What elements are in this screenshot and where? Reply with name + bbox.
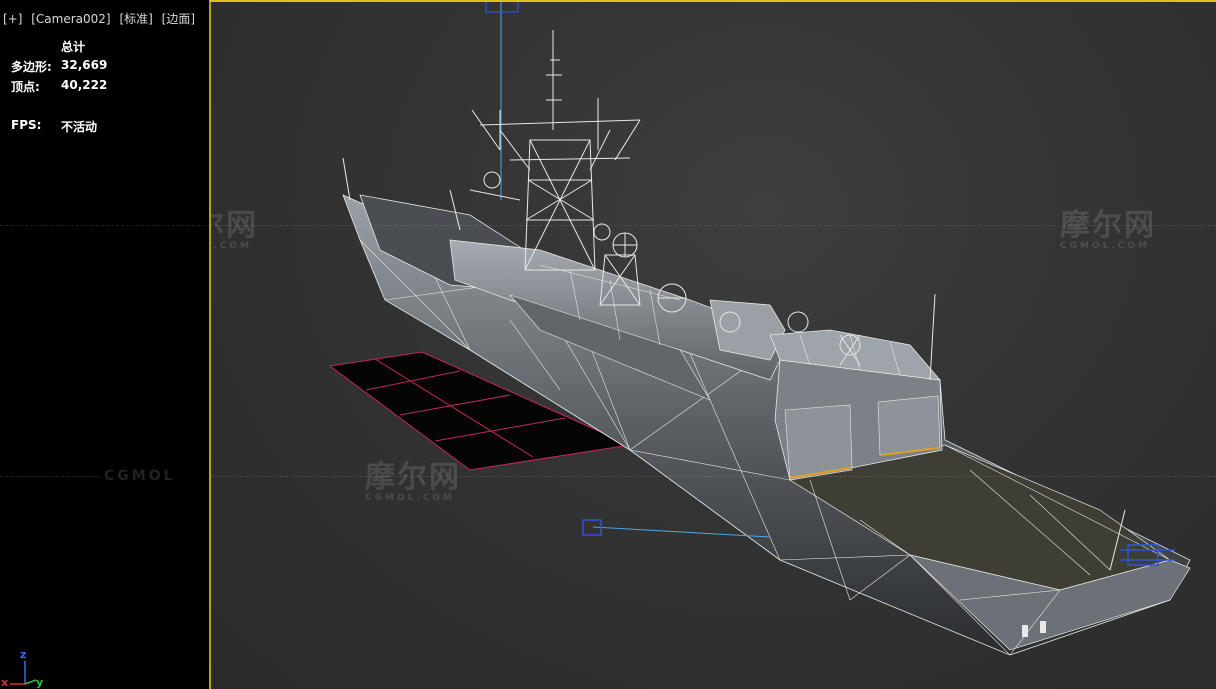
watermark-dash-left-2 [0,476,100,477]
viewport-shading-menu[interactable]: [标准] [119,12,152,26]
viewport-camera-menu[interactable]: [Camera002] [31,12,110,26]
watermark-right: 摩尔网 CGMOL.COM [1060,208,1156,251]
viewport-label-menu: [+] [Camera002] [标准] [边面] [3,10,200,27]
watermark-center: 摩尔网 CGMOL.COM [365,460,461,503]
watermark-left-text: CGMOL [104,468,176,484]
polygons-label: 多边形: [11,60,52,74]
statistics-panel: [+] [Camera002] [标准] [边面] 总计 多边形: 32,669… [0,0,210,689]
watermark-dash-bottom [210,476,1216,477]
3dsmax-window: [+] [Camera002] [标准] [边面] 总计 多边形: 32,669… [0,0,1216,689]
vertices-value: 40,222 [61,78,108,92]
vertices-label: 顶点: [11,80,40,94]
fps-label: FPS: [11,118,42,132]
stats-total-header: 总计 [61,40,86,54]
axis-y-label: y [36,676,44,689]
axis-x-label: x [1,676,9,689]
axis-z-label: z [20,648,27,661]
fps-value: 不活动 [61,120,98,134]
viewport-left-border [209,0,211,689]
watermark-dash-left [0,225,210,226]
viewport-display-mode-menu[interactable]: [边面] [162,12,195,26]
viewport-active-border [210,0,1216,2]
axis-gizmo [10,661,37,685]
polygons-value: 32,669 [61,58,108,72]
viewport-plus-menu[interactable]: [+] [3,12,22,26]
watermark-left: 摩尔网 CGMOL.COM [210,208,258,251]
camera-viewport[interactable]: 摩尔网 CGMOL.COM 摩尔网 CGMOL.COM 摩尔网 CGMOL.CO… [210,0,1216,689]
ship-wireframe-model[interactable] [210,0,1216,689]
